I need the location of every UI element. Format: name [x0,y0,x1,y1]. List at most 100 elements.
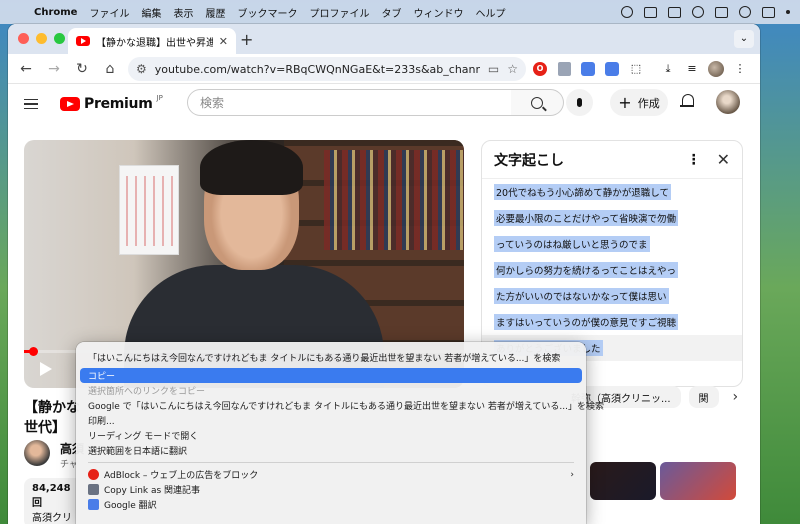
forward-button[interactable]: → [42,57,66,81]
account-avatar[interactable] [716,90,740,114]
extension-google-translate-icon[interactable] [602,59,622,79]
profile-avatar[interactable] [706,59,726,79]
ctx-copy-link-to-highlight[interactable]: 選択箇所へのリンクをコピー [80,383,582,398]
chevron-right-icon[interactable]: › [733,389,739,405]
extension-doc-icon[interactable] [554,59,574,79]
related-video-thumbnail[interactable] [590,462,656,500]
speaker-hair [200,140,303,195]
video-description[interactable]: 84,248 回 高須クリニ 1111 [24,478,84,524]
create-button[interactable]: + 作成 [610,89,668,116]
status-icon[interactable] [621,6,633,18]
ctx-copy[interactable]: コピー [80,368,582,383]
channel-avatar[interactable] [24,440,50,466]
bluetooth-icon[interactable] [786,10,790,14]
menu-file[interactable]: ファイル [89,5,129,20]
ctx-copy-link-as[interactable]: Copy Link as 関連記事 [80,482,582,497]
bookmark-star-icon[interactable]: ☆ [507,62,518,76]
transcript-text: 必要最小限のことだけやって省映演で勿働 [494,210,679,226]
play-icon[interactable] [40,362,52,376]
progress-scrubber[interactable] [28,347,38,356]
close-tab-icon[interactable]: ✕ [219,35,228,48]
voice-search-button[interactable] [566,89,593,116]
plus-icon: + [618,92,632,112]
transcript-text: た方がいいのではないかなって僕は思い [494,288,669,304]
download-icon[interactable]: ⤓ [658,59,678,79]
display-icon[interactable] [762,6,775,18]
media-control-icon[interactable]: ≡ [682,59,702,79]
close-window-button[interactable] [18,33,29,44]
site-info-icon[interactable]: ⚙ [136,62,147,76]
ctx-adblock-label: AdBlock – ウェブ上の広告をブロック [104,471,259,481]
ctx-adblock[interactable]: AdBlock – ウェブ上の広告をブロック › [80,467,582,482]
menu-edit[interactable]: 編集 [141,5,161,20]
copy-link-icon [88,484,99,495]
ctx-translate-selection[interactable]: 選択範囲を日本語に翻訳 [80,443,582,458]
reload-button[interactable]: ↻ [70,57,94,81]
youtube-premium-logo[interactable]: Premium JP [60,94,163,112]
extension-opera-icon[interactable]: O [530,59,550,79]
video-title: 【静かな 世代】 [24,400,80,436]
menu-profile[interactable]: プロファイル [309,5,369,20]
ctx-print[interactable]: 印刷... [80,413,582,428]
microphone-icon [577,98,582,107]
transcript-text: ますはいっていうのが僕の意見ですご視聴 [494,314,679,330]
tab-search-button[interactable]: ⌄ [734,30,754,48]
cast-icon[interactable]: ▭ [488,62,499,76]
menu-window[interactable]: ウィンドウ [413,5,463,20]
play-status-icon[interactable] [739,6,751,18]
menu-view[interactable]: 表示 [173,5,193,20]
menu-help[interactable]: ヘルプ [475,5,505,20]
hamburger-menu-icon[interactable] [24,98,38,110]
search-icon [531,96,543,109]
chip-related[interactable]: 関 [688,386,719,408]
app-menu[interactable]: Chrome [34,7,77,18]
ctx-google-search[interactable]: Google で「はいこんにちはえ今回なんですけれどもま タイトルにもある通り最… [80,398,604,413]
transcript-line[interactable]: 何かしらの努力を続けるってことはえやっ [482,257,742,283]
menu-bookmarks[interactable]: ブックマーク [237,5,297,20]
youtube-favicon-icon [76,36,90,46]
related-video-thumbnail[interactable] [660,462,736,500]
transcript-text: 20代でねもう小心諦めて静かが退職して [494,184,672,200]
tab-youtube[interactable]: 【静かな退職】出世や昇進を望まない ✕ [68,28,236,54]
ctx-google-translate[interactable]: Google 翻訳 [80,497,582,512]
menu-history[interactable]: 履歴 [205,5,225,20]
search-input[interactable]: 検索 [187,89,512,116]
zoom-window-button[interactable] [54,33,65,44]
submenu-arrow-icon: › [570,469,574,480]
transcript-line[interactable]: ますはいっていうのが僕の意見ですご視聴 [482,309,742,335]
minimize-window-button[interactable] [36,33,47,44]
ctx-reading-mode[interactable]: リーディング モードで開く [80,428,582,443]
ctx-copy-link-label: Copy Link as 関連記事 [104,486,201,496]
transcript-line[interactable]: た方がいいのではないかなって僕は思い [482,283,742,309]
home-button[interactable]: ⌂ [98,57,122,81]
context-menu: 「はいこんにちはえ今回なんですけれどもま タイトルにもある通り最近出世を望まない… [76,342,604,524]
menu-tab[interactable]: タブ [381,5,401,20]
window-icon[interactable] [715,6,728,18]
transcript-line[interactable]: 20代でねもう小心諦めて静かが退職して [482,179,742,205]
ctx-search-selection[interactable]: 「はいこんにちはえ今回なんですけれどもま タイトルにもある通り最近出世を望まない… [80,346,582,368]
window-controls [18,33,65,44]
youtube-header: Premium JP 検索 + 作成 [8,84,760,124]
books-background [324,150,464,250]
youtube-logo-icon [60,97,80,111]
new-tab-button[interactable]: + [240,30,253,49]
transcript-line[interactable]: っていうのはね厳しいと思うのでま [482,231,742,257]
transcript-line[interactable]: 必要最小限のことだけやって省映演で勿働 [482,205,742,231]
back-button[interactable]: ← [14,57,38,81]
more-options-icon[interactable]: ⋮ [687,152,701,168]
extensions-puzzle-icon[interactable]: ⬚ [626,59,646,79]
dropbox-icon[interactable] [644,6,657,18]
address-bar[interactable]: ⚙ youtube.com/watch?v=RBqCWQnNGaE&t=233s… [128,56,526,81]
clock-icon[interactable] [692,6,704,18]
search-button[interactable] [511,89,564,116]
browser-toolbar: ← → ↻ ⌂ ⚙ youtube.com/watch?v=RBqCWQnNGa… [8,54,760,84]
url-text[interactable]: youtube.com/watch?v=RBqCWQnNGaE&t=233s&a… [155,61,480,77]
close-icon[interactable]: ✕ [717,150,730,169]
extension-translate-icon[interactable] [578,59,598,79]
macos-menubar: Chrome ファイル 編集 表示 履歴 ブックマーク プロファイル タブ ウィ… [0,0,800,24]
more-menu-icon[interactable]: ⋮ [730,59,750,79]
notifications-bell-icon[interactable] [680,93,694,109]
search-placeholder: 検索 [200,96,225,110]
translate-status-icon[interactable] [668,6,681,18]
tab-strip: 【静かな退職】出世や昇進を望まない ✕ + ⌄ [8,24,760,54]
